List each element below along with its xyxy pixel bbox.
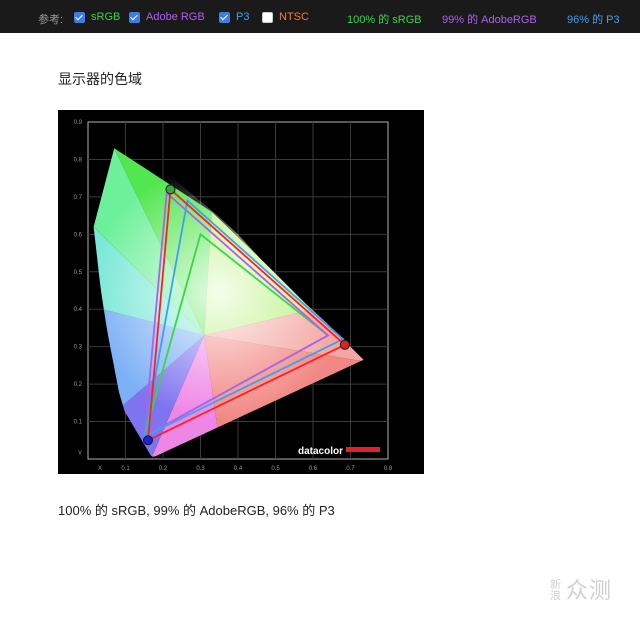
y-tick-label: 0.8 [74,157,83,163]
y-tick-label: 0.9 [74,120,83,126]
x-tick-label: 0.2 [159,466,168,472]
chromaticity-locus [92,146,364,458]
checkbox-label-p3: P3 [236,11,250,23]
checkbox-label-adobe-rgb: Adobe RGB [146,11,205,23]
toolbar: 参考: sRGB Adobe RGB P3 NTSC 100% 的 sRGB 9… [0,0,640,33]
checkbox-unchecked-icon[interactable] [262,11,273,23]
y-tick-label: 0.3 [74,345,83,351]
checkbox-checked-icon[interactable] [74,11,85,23]
brand-bar [346,447,380,452]
y-tick-label: 0.7 [74,195,83,201]
x-tick-label: 0.6 [309,466,318,472]
y-tick-label: 0.5 [74,270,83,276]
checkbox-label-ntsc: NTSC [279,11,309,23]
watermark: 新浪 众测 [550,580,612,602]
reference-label: 参考: [38,14,64,26]
section-heading: 显示器的色域 [58,71,142,87]
x-tick-label: 0.1 [121,466,130,472]
checkbox-checked-icon[interactable] [219,11,230,23]
x-tick-label: 0.3 [196,466,205,472]
gamut-chart: 0.1 0.2 0.3 0.4 0.5 0.6 0.7 0.8 0.1 0.2 0.3 0.4 0.5 0… [58,110,424,474]
y-tick-label: 0.6 [74,232,83,238]
coverage-adobe-rgb: 99% 的 AdobeRGB [442,14,537,26]
caption: 100% 的 sRGB, 99% 的 AdobeRGB, 96% 的 P3 [58,503,335,518]
brand-logo: datacolor [298,446,343,457]
x-axis-label: X [98,466,102,472]
x-tick-label: 0.5 [271,466,280,472]
y-tick-label: 0.4 [74,307,83,313]
white-point-glow [92,146,364,458]
y-axis-label: Y [78,451,82,457]
y-tick-label: 0.1 [74,420,83,426]
watermark-small: 新浪 [550,579,562,602]
coverage-srgb: 100% 的 sRGB [347,14,422,26]
watermark-text: 众测 [566,578,613,603]
primary-marker-blue [143,435,153,446]
checkbox-label-srgb: sRGB [91,11,121,23]
checkbox-adobe-rgb[interactable]: Adobe RGB [129,11,205,23]
y-tick-label: 0.2 [74,382,83,388]
coverage-p3: 96% 的 P3 [567,14,620,26]
checkbox-p3[interactable]: P3 [219,11,249,23]
primary-marker-green [165,184,176,195]
x-tick-label: 0.8 [384,466,393,472]
x-tick-label: 0.7 [346,466,355,472]
primary-marker-red [339,339,350,350]
gamut-svg: 0.1 0.2 0.3 0.4 0.5 0.6 0.7 0.8 0.1 0.2 0.3 0.4 0.5 0… [74,120,393,472]
checkbox-checked-icon[interactable] [129,11,140,23]
checkbox-ntsc[interactable]: NTSC [262,11,309,23]
x-tick-label: 0.4 [234,466,243,472]
checkbox-srgb[interactable]: sRGB [74,11,120,23]
locus-fill [92,146,364,458]
